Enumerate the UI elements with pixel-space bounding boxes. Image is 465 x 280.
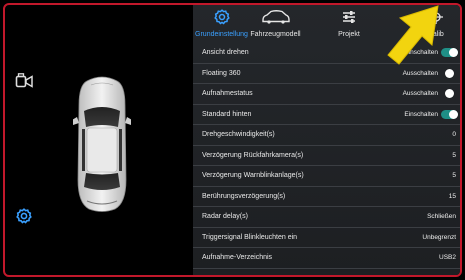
camera-switch-icon[interactable]	[15, 73, 35, 94]
setting-value: 5	[452, 172, 456, 179]
setting-value: Einschalten	[404, 110, 438, 118]
toggle-switch[interactable]	[441, 89, 458, 98]
tab-grundeinstellung[interactable]: Grundeinstellung	[195, 5, 248, 42]
setting-row-beruehrungsverzoegerung[interactable]: Berührungsverzögerung(s) 15	[193, 187, 460, 207]
tab-fahrzeugmodell[interactable]: Fahrzeugmodell	[248, 5, 303, 42]
setting-row-triggersignal-blinkleuchten[interactable]: Triggersignal Blinkleuchten ein Unbegren…	[193, 228, 460, 248]
tab-projekt[interactable]: Projekt	[329, 5, 369, 42]
setting-value: Schließen	[427, 213, 456, 220]
tab-label: Grundeinstellung	[195, 31, 248, 38]
sliders-icon	[341, 9, 357, 30]
setting-label: Drehgeschwindigkeit(s)	[202, 131, 275, 138]
tab-label: Fahrzeugmodell	[250, 31, 301, 38]
setting-value: Unbegrenzt	[422, 233, 456, 241]
car-outline-icon	[261, 9, 291, 30]
setting-label: Berührungsverzögerung(s)	[202, 192, 286, 200]
setting-label: Ansicht drehen	[202, 49, 249, 56]
setting-label: Radar delay(s)	[202, 213, 248, 220]
setting-row-radar-delay[interactable]: Radar delay(s) Schließen	[193, 207, 460, 228]
setting-value: 5	[452, 151, 456, 159]
setting-row-verzoegerung-rueckfahrkamera[interactable]: Verzögerung Rückfahrkamera(s) 5	[193, 146, 460, 166]
yellow-pointer-arrow-icon	[387, 5, 439, 65]
settings-gear-icon[interactable]	[16, 208, 32, 229]
setting-row-aufnahme-verzeichnis[interactable]: Aufnahme-Verzeichnis USB2	[193, 248, 460, 269]
setting-label: Verzögerung Rückfahrkamera(s)	[202, 151, 304, 159]
setting-value: Ausschalten	[402, 90, 438, 97]
toggle-switch[interactable]	[441, 109, 458, 119]
setting-row-drehgeschwindigkeit[interactable]: Drehgeschwindigkeit(s) 0	[193, 125, 460, 146]
setting-label: Aufnahme-Verzeichnis	[202, 254, 273, 261]
setting-row-verzoegerung-warnblinkanlage[interactable]: Verzögerung Warnblinkanlage(s) 5	[193, 166, 460, 187]
setting-label: Floating 360	[202, 69, 241, 77]
tab-label: Projekt	[338, 31, 360, 38]
setting-row-standard-hinten[interactable]: Standard hinten Einschalten	[193, 105, 460, 125]
setting-row-aufnahmestatus[interactable]: Aufnahmestatus Ausschalten	[193, 84, 460, 105]
gear-icon	[213, 9, 230, 30]
setting-label: Verzögerung Warnblinkanlage(s)	[202, 172, 304, 179]
left-panel	[5, 5, 193, 275]
setting-label: Standard hinten	[202, 110, 252, 118]
car-top-view	[72, 75, 132, 213]
setting-label: Triggersignal Blinkleuchten ein	[202, 233, 298, 241]
setting-label: Aufnahmestatus	[202, 90, 253, 97]
setting-value: USB2	[439, 254, 456, 261]
setting-value: 15	[448, 192, 456, 200]
setting-value: 0	[452, 131, 456, 138]
